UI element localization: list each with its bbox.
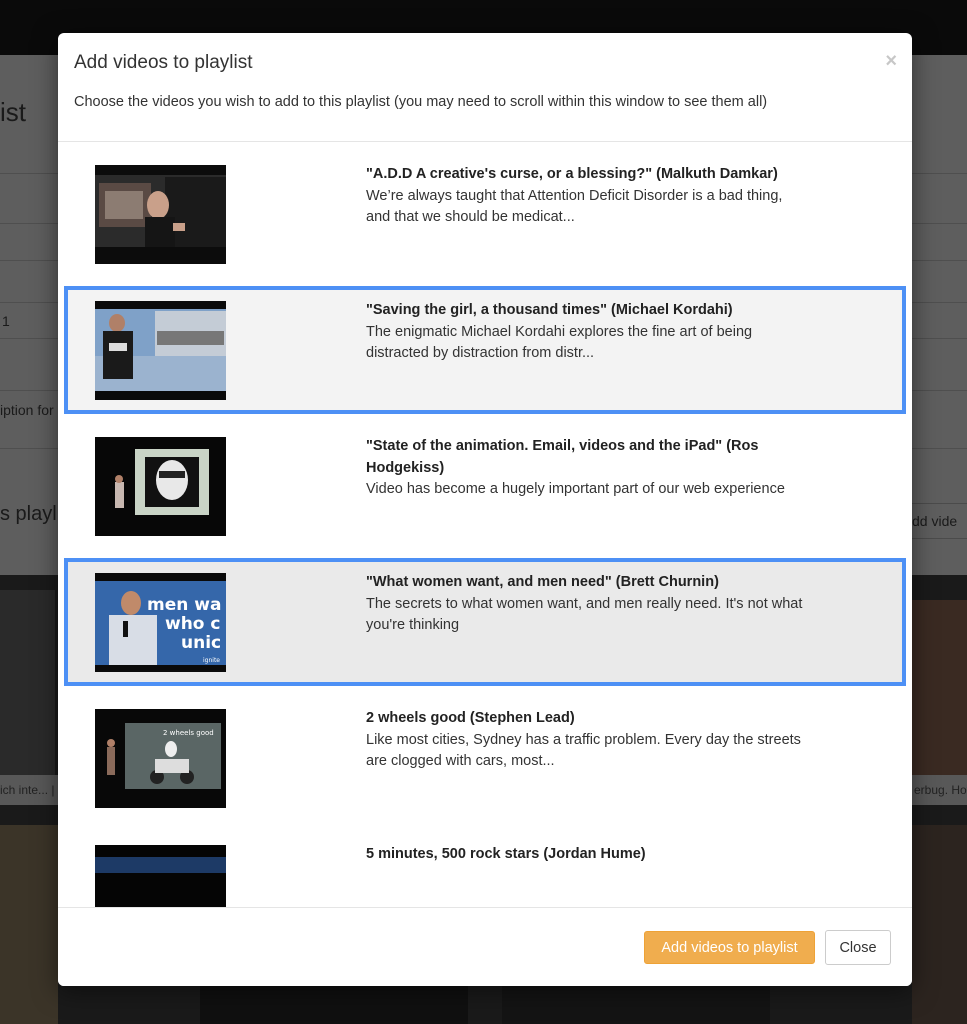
video-list[interactable]: "A.D.D A creative's curse, or a blessing… (58, 142, 912, 908)
video-description: The secrets to what women want, and men … (366, 595, 803, 634)
background-description-label: iption for (0, 402, 54, 418)
video-item[interactable]: 2 wheels good 2 wheels good (Stephen Lea… (64, 694, 906, 822)
modal-subtitle: Choose the videos you wish to add to thi… (74, 94, 768, 110)
background-thumbnail (200, 985, 468, 1024)
video-title: "A.D.D A creative's curse, or a blessing… (366, 166, 778, 182)
modal-title: Add videos to playlist (74, 52, 253, 73)
video-thumbnail: men wa who c unic ignite (95, 573, 226, 672)
thumbnail-logo-text: ignite (203, 657, 220, 664)
video-item[interactable]: "A.D.D A creative's curse, or a blessing… (64, 150, 906, 278)
video-thumbnail: 2 wheels good (95, 709, 226, 808)
background-thumbnail (0, 825, 58, 1024)
video-description: Like most cities, Sydney has a traffic p… (366, 731, 801, 770)
video-thumbnail (95, 165, 226, 264)
video-title: 5 minutes, 500 rock stars (Jordan Hume) (366, 846, 646, 862)
video-item-selected[interactable]: "Saving the girl, a thousand times" (Mic… (64, 286, 906, 414)
video-title: "What women want, and men need" (Brett C… (366, 574, 719, 590)
thumbnail-overlay-text: unic (181, 633, 221, 653)
video-thumbnail (95, 437, 226, 536)
video-text: "A.D.D A creative's curse, or a blessing… (366, 164, 806, 229)
video-item[interactable]: 5 minutes, 500 rock stars (Jordan Hume) (64, 830, 906, 908)
video-description: Video has become a hugely important part… (366, 481, 785, 497)
background-caption: ich inte... | I (0, 783, 62, 797)
close-icon[interactable]: × (885, 51, 897, 71)
video-item[interactable]: "State of the animation. Email, videos a… (64, 422, 906, 550)
background-thumbnail (0, 590, 55, 780)
thumbnail-overlay-text: 2 wheels good (163, 729, 214, 737)
video-text: "State of the animation. Email, videos a… (366, 436, 806, 501)
add-videos-to-playlist-button[interactable]: Add videos to playlist (644, 931, 815, 964)
video-title: "Saving the girl, a thousand times" (Mic… (366, 302, 733, 318)
thumbnail-overlay-text: who c (165, 614, 220, 634)
close-button[interactable]: Close (825, 930, 891, 965)
video-text: 5 minutes, 500 rock stars (Jordan Hume) (366, 844, 806, 866)
background-add-video-button: dd vide (905, 503, 967, 539)
video-description: The enigmatic Michael Kordahi explores t… (366, 323, 753, 362)
background-row-number: 1 (2, 313, 10, 329)
background-section-title: s playl (0, 503, 57, 525)
video-text: "What women want, and men need" (Brett C… (366, 572, 806, 637)
video-title: "State of the animation. Email, videos a… (366, 438, 759, 476)
video-thumbnail (95, 845, 226, 908)
video-title: 2 wheels good (Stephen Lead) (366, 710, 575, 726)
video-thumbnail (95, 301, 226, 400)
thumbnail-overlay-text: men wa (147, 595, 221, 615)
background-thumbnail (912, 825, 967, 1024)
video-text: 2 wheels good (Stephen Lead) Like most c… (366, 708, 806, 773)
video-item-selected[interactable]: men wa who c unic ignite "What women wan… (64, 558, 906, 686)
video-text: "Saving the girl, a thousand times" (Mic… (366, 300, 806, 365)
modal-header: Add videos to playlist × Choose the vide… (58, 33, 912, 142)
modal-footer: Add videos to playlist Close (58, 907, 912, 986)
video-description: We’re always taught that Attention Defic… (366, 187, 783, 226)
background-thumbnail (502, 985, 770, 1024)
add-videos-modal: Add videos to playlist × Choose the vide… (58, 33, 912, 986)
background-page-title: ist (0, 97, 26, 127)
background-caption: erbug. Hov (914, 783, 967, 797)
background-thumbnail (912, 600, 967, 775)
